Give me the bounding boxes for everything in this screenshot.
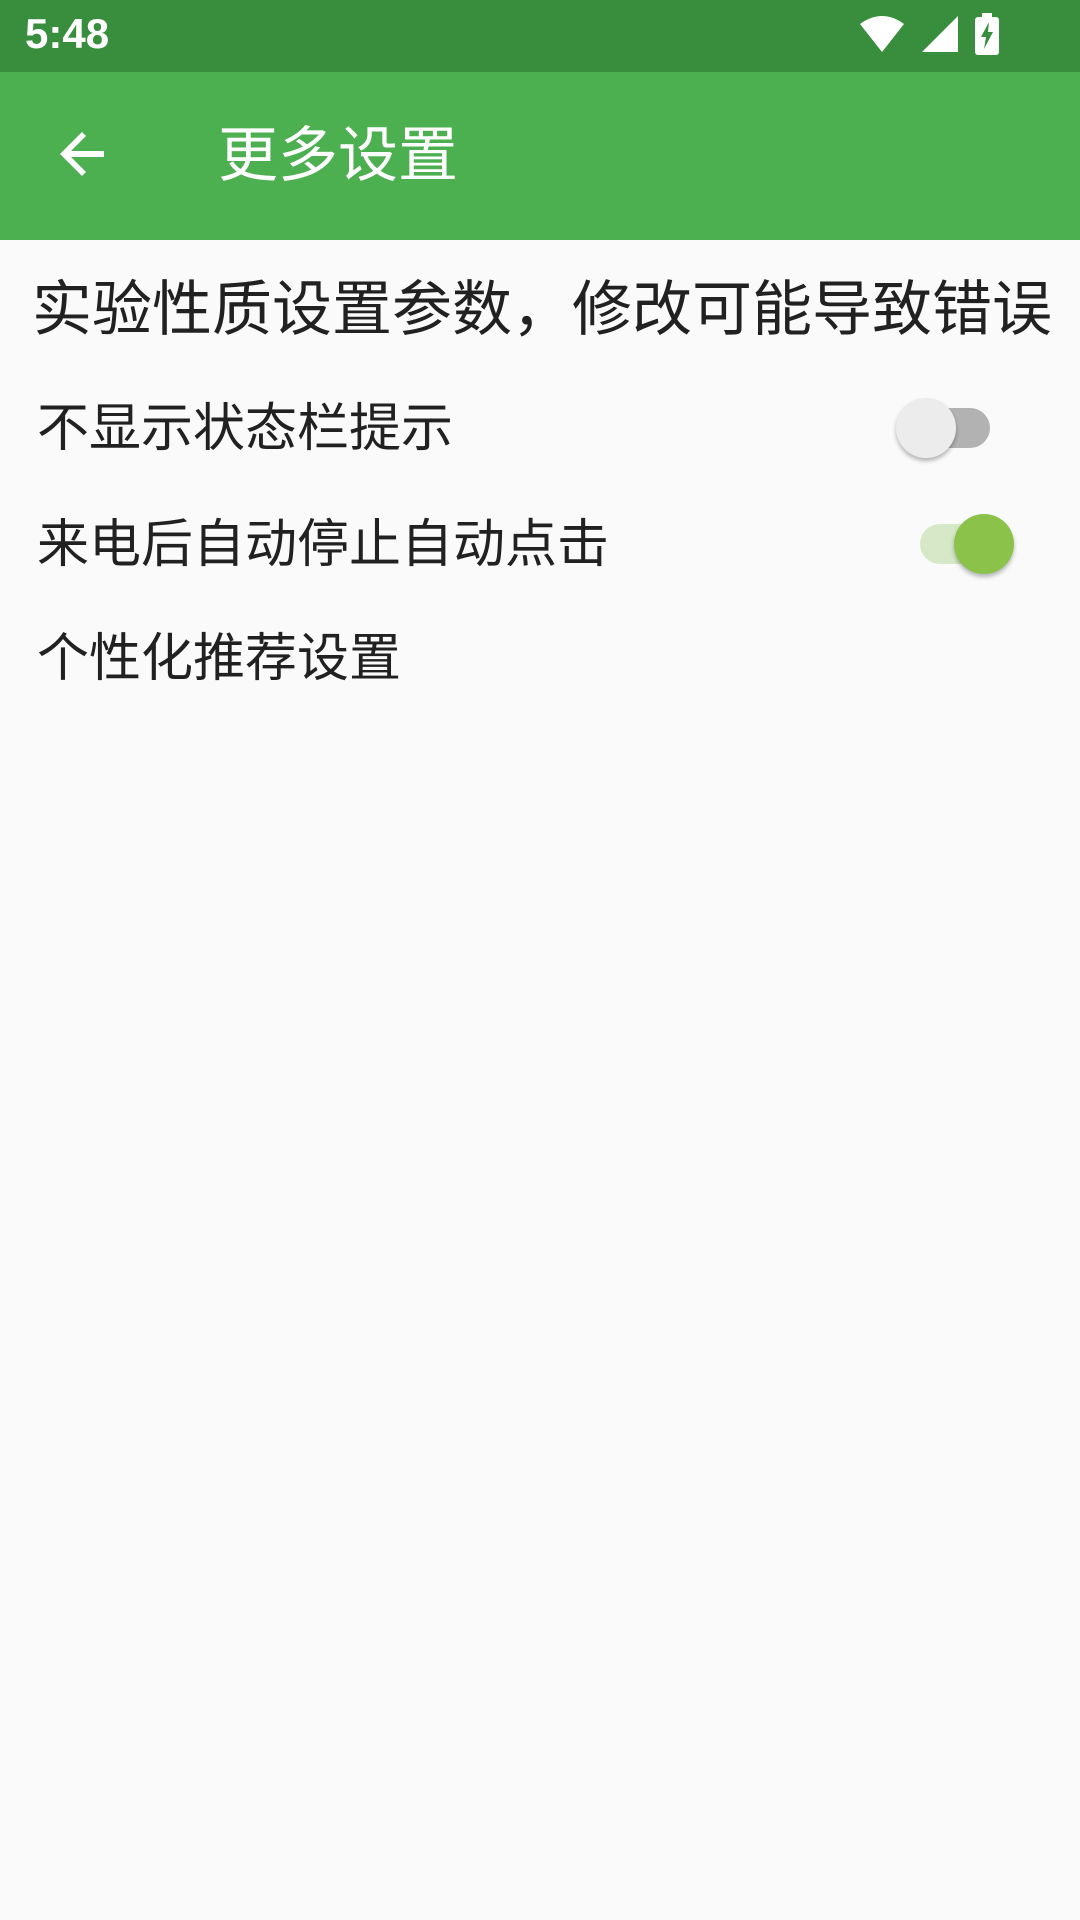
setting-personalized-recommendation[interactable]: 个性化推荐设置 xyxy=(0,600,1080,716)
setting-hide-status-bar-tip[interactable]: 不显示状态栏提示 xyxy=(0,370,1080,486)
switch-thumb xyxy=(896,398,956,458)
setting-label: 来电后自动停止自动点击 xyxy=(37,515,610,575)
status-time: 5:48 xyxy=(25,10,110,57)
battery-charging-icon xyxy=(974,13,1000,59)
arrow-back-icon xyxy=(58,128,110,184)
warning-text: 实验性质设置参数，修改可能导致错误 xyxy=(32,275,1052,345)
setting-label: 不显示状态栏提示 xyxy=(37,399,454,459)
back-button[interactable] xyxy=(36,108,132,204)
setting-stop-on-call[interactable]: 来电后自动停止自动点击 xyxy=(0,486,1080,602)
setting-label: 个性化推荐设置 xyxy=(37,629,402,689)
stop-on-call-switch[interactable] xyxy=(898,502,1018,582)
signal-icon xyxy=(920,14,960,58)
switch-thumb xyxy=(954,514,1014,574)
status-icons xyxy=(858,12,1000,60)
page-title: 更多设置 xyxy=(218,121,458,191)
hide-status-bar-tip-switch[interactable] xyxy=(896,386,1016,466)
app-bar: 更多设置 xyxy=(0,72,1080,240)
wifi-icon xyxy=(858,14,906,58)
status-bar: 5:48 xyxy=(0,0,1080,72)
